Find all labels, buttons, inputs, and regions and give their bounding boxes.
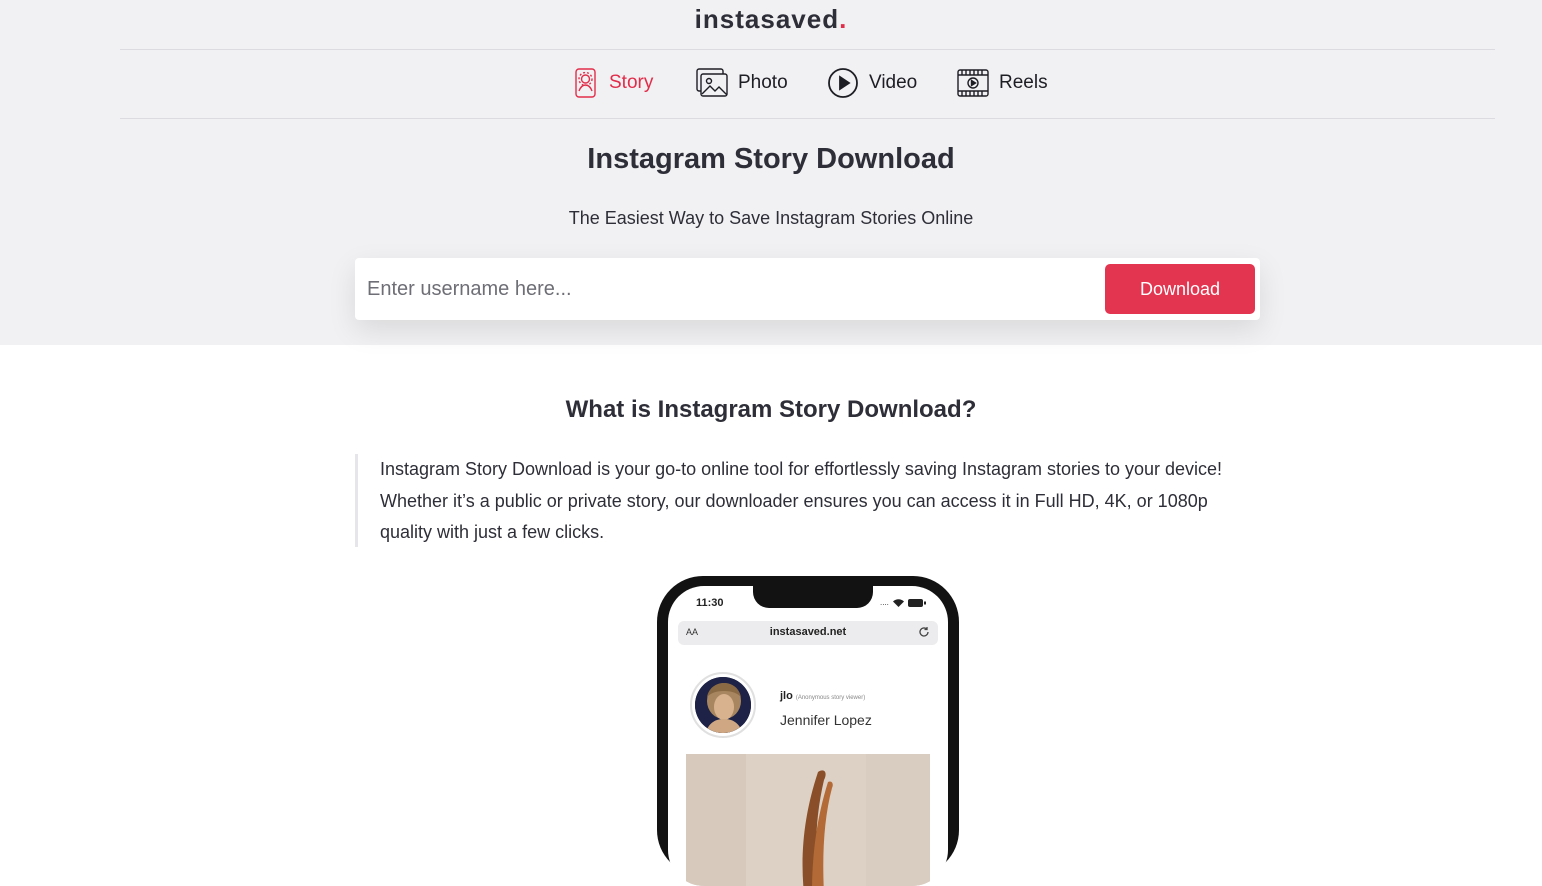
profile-full-name: Jennifer Lopez [780,712,872,728]
reels-icon [957,69,989,97]
download-button[interactable]: Download [1105,264,1255,314]
username-input[interactable] [367,268,1087,310]
story-preview-image [686,754,930,886]
divider [120,118,1495,119]
tab-photo-label: Photo [738,72,788,93]
tab-video-label: Video [869,72,918,93]
section-title: What is Instagram Story Download? [565,396,977,423]
description-quote: Instagram Story Download is your go-to o… [355,454,1260,547]
story-icon [573,67,599,99]
status-time: 11:30 [696,597,724,609]
reload-icon [919,627,929,637]
tab-video[interactable]: Video [827,64,917,102]
search-box: Download [355,258,1260,320]
video-icon [827,67,859,99]
photo-icon [696,68,728,98]
avatar [690,672,756,738]
avatar-photo [695,677,751,733]
phone-mockup: 11:30 .... AA instasaved.net jlo (Anonymo [657,576,959,886]
signal-icon: .... [880,598,889,607]
page-subtitle: The Easiest Way to Save Instagram Storie… [568,208,974,228]
browser-url-bar: AA instasaved.net [678,621,938,645]
tab-nav: Story Photo Video Reels [0,64,1542,102]
battery-icon [907,598,926,607]
divider [120,49,1495,50]
profile-username: jlo (Anonymous story viewer) [780,690,866,702]
site-logo[interactable]: instasaved. [0,4,1542,35]
tab-story[interactable]: Story [573,64,653,102]
wifi-icon [892,598,904,607]
tab-reels-label: Reels [999,72,1048,93]
page-title: Instagram Story Download [587,143,955,175]
url-text: instasaved.net [769,626,847,638]
header-section: instasaved. Story Photo Video Reels Inst… [0,0,1542,345]
status-icons: .... [880,598,926,607]
tab-photo[interactable]: Photo [696,64,788,102]
phone-notch [753,586,873,608]
tab-story-label: Story [609,72,654,93]
phone-screen: 11:30 .... AA instasaved.net jlo (Anonymo [668,586,948,886]
tab-reels[interactable]: Reels [957,64,1048,102]
